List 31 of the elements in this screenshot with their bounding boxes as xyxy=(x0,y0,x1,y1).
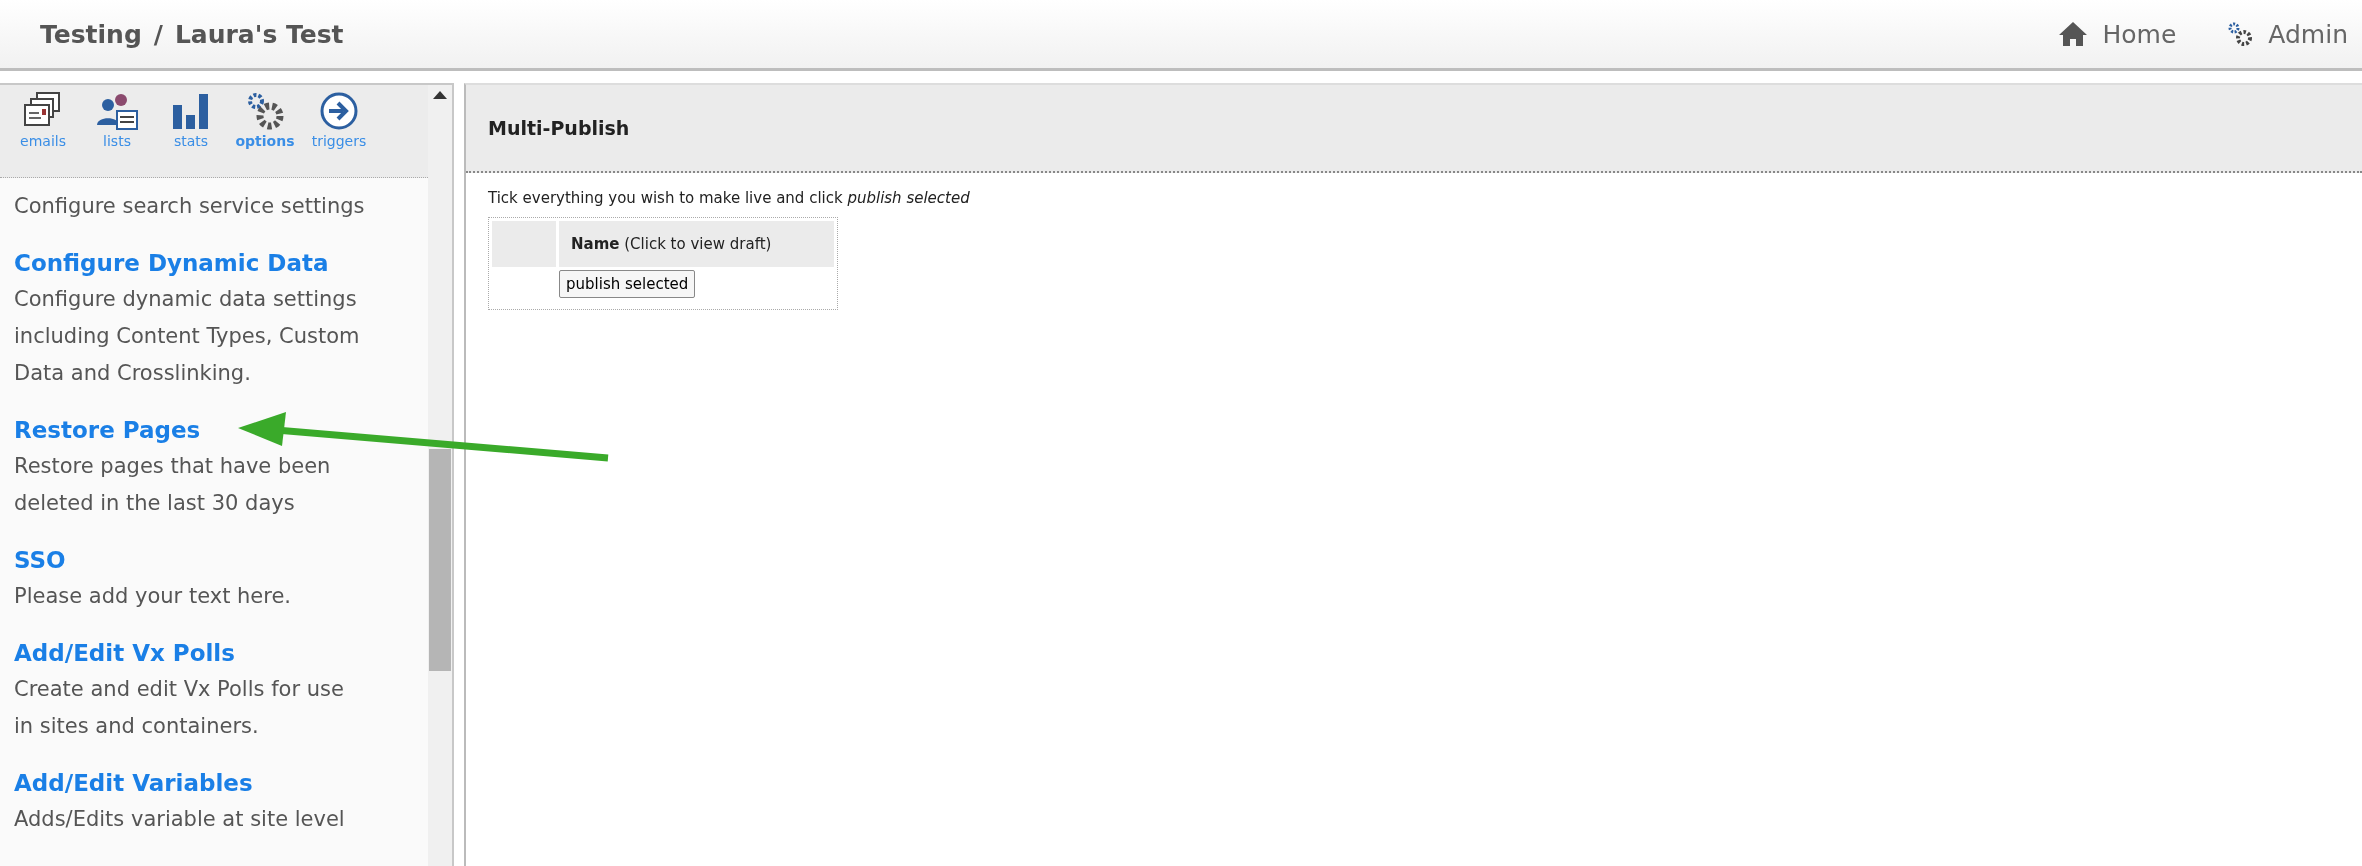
sidebar-description: Restore pages that have been deleted in the last 30 days xyxy=(14,453,332,517)
header-link[interactable]: Home xyxy=(2058,19,2177,49)
sidebar-description: Configure search service settings xyxy=(14,193,366,220)
scrollbar-thumb[interactable] xyxy=(429,449,451,671)
people-list-icon xyxy=(95,91,139,131)
column-header: Name (Click to view draft) xyxy=(559,221,834,267)
toolbar-button[interactable]: emails xyxy=(10,91,76,177)
sidebar-description: Configure dynamic data settings including Content Types, Custom Data and Crosslinking. xyxy=(14,286,361,387)
breadcrumb-text: / xyxy=(153,19,163,49)
toolbar-button[interactable]: triggers xyxy=(306,91,372,177)
sidebar-description: Please add your text here. xyxy=(14,583,293,610)
breadcrumb-text: Testing xyxy=(40,19,142,49)
sidebar-description: Create and edit Vx Polls for use in sites and containers. xyxy=(14,676,345,740)
toolbar-button[interactable]: options xyxy=(232,91,298,177)
sidebar-link[interactable]: SSO xyxy=(14,542,66,578)
gears-icon xyxy=(2226,21,2255,47)
sidebar-link[interactable]: Restore Pages xyxy=(14,412,201,448)
instruction-text: Tick everything you wish to make live and click publish selected xyxy=(487,188,971,207)
home-icon xyxy=(2058,21,2089,47)
scrollbar[interactable] xyxy=(428,85,452,866)
sidebar-link[interactable]: Add/Edit Vx Polls xyxy=(14,635,235,671)
sidebar-link[interactable]: Add/Edit Variables xyxy=(14,765,253,801)
toolbar-button[interactable]: stats xyxy=(158,91,224,177)
panel-title: Multi-Publish xyxy=(466,85,2362,173)
breadcrumb-text: Laura's Test xyxy=(174,19,344,49)
sidebar-description: Adds/Edits variable at site level xyxy=(14,806,346,833)
toolbar-button[interactable]: lists xyxy=(84,91,150,177)
scroll-up-icon[interactable] xyxy=(433,91,447,99)
publish-button[interactable]: publish selected xyxy=(559,270,696,298)
sidebar-link[interactable]: Configure Dynamic Data xyxy=(14,245,329,281)
header-link[interactable]: Admin xyxy=(2226,19,2348,49)
